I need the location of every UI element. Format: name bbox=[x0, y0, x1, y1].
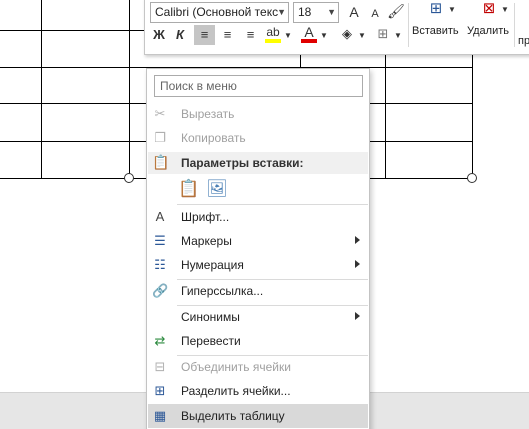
table-border bbox=[472, 50, 473, 179]
chevron-down-icon[interactable]: ▼ bbox=[319, 26, 329, 46]
menu-item-bullets[interactable]: ☰ Маркеры bbox=[148, 229, 368, 253]
insert-table-icon[interactable]: ⊞ bbox=[425, 0, 447, 19]
menu-item-numbering[interactable]: ☷ Нумерация bbox=[148, 253, 368, 277]
font-size-combobox[interactable]: 18 ▼ bbox=[293, 2, 339, 23]
chevron-down-icon[interactable]: ▼ bbox=[447, 0, 457, 20]
chevron-down-icon[interactable]: ▼ bbox=[500, 0, 510, 20]
menu-item-select-table[interactable]: ▦ Выделить таблицу bbox=[148, 404, 368, 428]
split-cells-icon: ⊞ bbox=[154, 383, 166, 398]
numbering-icon: ☷ bbox=[154, 257, 166, 272]
paste-keep-formatting-icon[interactable]: 📋 bbox=[177, 177, 201, 201]
toolbar-separator bbox=[408, 3, 409, 47]
paste-picture-icon[interactable]: 🖼 bbox=[205, 177, 229, 201]
borders-icon[interactable]: ⊞ bbox=[373, 24, 393, 44]
delete-label[interactable]: Удалить bbox=[467, 25, 509, 37]
paste-options-header: 📋 Параметры вставки: bbox=[148, 152, 368, 174]
menu-search-input[interactable] bbox=[154, 75, 363, 97]
menu-item-merge-cells[interactable]: ⊟ Объединить ячейки bbox=[148, 355, 368, 379]
bold-button[interactable]: Ж bbox=[150, 25, 168, 45]
copy-icon: ❐ bbox=[154, 130, 166, 145]
font-name-combobox[interactable]: Calibri (Основной текс ▼ bbox=[150, 2, 289, 23]
table-resize-handle[interactable] bbox=[124, 173, 134, 183]
menu-item-translate[interactable]: ⇄ Перевести bbox=[148, 329, 368, 353]
chevron-right-icon bbox=[355, 260, 360, 268]
shading-bucket-icon[interactable]: ◈ bbox=[337, 24, 357, 44]
select-table-icon: ▦ bbox=[153, 408, 167, 423]
grow-font-button[interactable]: A bbox=[345, 2, 363, 22]
blank-icon bbox=[152, 309, 168, 325]
chevron-down-icon[interactable]: ▼ bbox=[357, 26, 367, 46]
font-name-value: Calibri (Основной текс bbox=[155, 5, 279, 19]
delete-table-icon[interactable]: ⊠ bbox=[478, 0, 500, 19]
align-right-icon[interactable]: ≡ bbox=[240, 25, 261, 45]
menu-item-split-cells[interactable]: ⊞ Разделить ячейки... bbox=[148, 379, 368, 403]
format-painter-icon[interactable]: 🖌 bbox=[387, 1, 405, 21]
toolbar-separator bbox=[514, 3, 515, 47]
partial-label[interactable]: пр bbox=[518, 35, 529, 47]
insert-label[interactable]: Вставить bbox=[412, 25, 459, 37]
clipboard-icon: 📋 bbox=[152, 154, 170, 170]
link-icon: 🔗 bbox=[152, 283, 169, 298]
table-border bbox=[41, 0, 42, 179]
bullets-icon: ☰ bbox=[154, 233, 166, 248]
highlight-color-icon[interactable]: ab bbox=[263, 24, 283, 44]
chevron-down-icon: ▼ bbox=[327, 7, 336, 17]
merge-cells-icon: ⊟ bbox=[154, 359, 166, 374]
table-resize-handle[interactable] bbox=[467, 173, 477, 183]
menu-item-cut[interactable]: ✂ Вырезать bbox=[148, 102, 368, 126]
menu-item-font[interactable]: A Шрифт... bbox=[148, 205, 368, 229]
menu-item-synonyms[interactable]: Синонимы bbox=[148, 305, 368, 329]
table-border bbox=[129, 0, 130, 179]
mini-toolbar: Calibri (Основной текс ▼ 18 ▼ A A 🖌 Ж К … bbox=[144, 0, 529, 55]
translate-icon: ⇄ bbox=[154, 333, 166, 348]
chevron-right-icon bbox=[355, 236, 360, 244]
context-menu: ✂ Вырезать ❐ Копировать 📋 Параметры вста… bbox=[146, 68, 370, 429]
font-size-value: 18 bbox=[298, 5, 312, 19]
menu-item-hyperlink[interactable]: 🔗 Гиперссылка... bbox=[148, 279, 368, 303]
font-color-icon[interactable]: A bbox=[299, 24, 319, 44]
shrink-font-button[interactable]: A bbox=[367, 4, 383, 24]
chevron-right-icon bbox=[355, 312, 360, 320]
table-border bbox=[385, 50, 386, 179]
align-left-icon[interactable]: ≡ bbox=[194, 25, 215, 45]
align-center-icon[interactable]: ≡ bbox=[217, 25, 238, 45]
italic-button[interactable]: К bbox=[172, 25, 188, 45]
chevron-down-icon[interactable]: ▼ bbox=[283, 26, 293, 46]
menu-item-copy[interactable]: ❐ Копировать bbox=[148, 126, 368, 150]
font-icon: A bbox=[155, 209, 165, 224]
scissors-icon: ✂ bbox=[154, 106, 166, 121]
chevron-down-icon[interactable]: ▼ bbox=[393, 26, 403, 46]
chevron-down-icon: ▼ bbox=[277, 7, 286, 17]
